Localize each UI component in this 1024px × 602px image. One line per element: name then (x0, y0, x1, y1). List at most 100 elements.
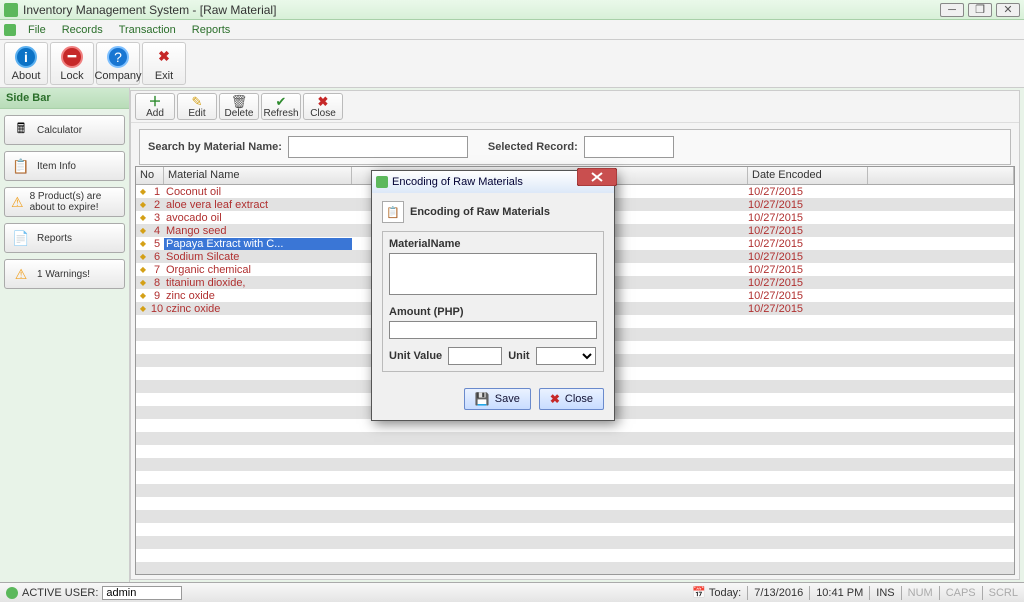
dialog-save-button[interactable]: 💾 Save (464, 388, 531, 410)
add-button[interactable]: ＋ Add (135, 93, 175, 120)
row-date-encoded: 10/27/2015 (748, 212, 868, 224)
search-input[interactable] (288, 136, 468, 158)
status-ins: INS (876, 587, 894, 599)
edit-button[interactable]: ✎ Edit (177, 93, 217, 120)
sidebar-title: Side Bar (0, 88, 129, 109)
amount-label: Amount (PHP) (389, 306, 597, 318)
row-date-encoded: 10/27/2015 (748, 199, 868, 211)
menu-records[interactable]: Records (54, 24, 111, 36)
row-no: 7 (150, 264, 164, 276)
selected-record-input[interactable] (584, 136, 674, 158)
material-name-label: MaterialName (389, 238, 597, 250)
row-date-encoded: 10/27/2015 (748, 251, 868, 263)
unit-label: Unit (508, 350, 529, 362)
col-header-no[interactable]: No (136, 167, 164, 184)
window-title: Inventory Management System - [Raw Mater… (23, 3, 940, 17)
row-date-encoded: 10/27/2015 (748, 186, 868, 198)
restore-button[interactable]: ❐ (968, 3, 992, 17)
sidebar-item-reports[interactable]: 📄 Reports (4, 223, 125, 253)
active-user-field[interactable] (102, 586, 182, 600)
row-material-name: Sodium Silcate (164, 251, 352, 263)
warning-icon: ⚠ (11, 192, 24, 212)
window-titlebar: Inventory Management System - [Raw Mater… (0, 0, 1024, 20)
save-label: Save (495, 393, 520, 405)
row-bullet-icon: ◆ (136, 213, 150, 222)
sidebar-item-expiring[interactable]: ⚠ 8 Product(s) are about to expire! (4, 187, 125, 217)
row-material-name: Organic chemical (164, 264, 352, 276)
row-no: 6 (150, 251, 164, 263)
minimize-button[interactable]: ─ (940, 3, 964, 17)
iteminfo-icon: 📋 (11, 156, 31, 176)
user-icon (6, 587, 18, 599)
row-bullet-icon: ◆ (136, 291, 150, 300)
row-no: 1 (150, 186, 164, 198)
row-bullet-icon: ◆ (136, 304, 150, 313)
menu-reports[interactable]: Reports (184, 24, 239, 36)
dialog-close-button[interactable]: ✖ Close (539, 388, 604, 410)
row-no: 9 (150, 290, 164, 302)
col-header-name[interactable]: Material Name (164, 167, 352, 184)
sidebar-item-warnings[interactable]: ⚠ 1 Warnings! (4, 259, 125, 289)
row-material-name: Papaya Extract with C... (164, 238, 352, 250)
sub-toolbar: ＋ Add ✎ Edit 🗑 Delete ✔ Refresh ✖ Close (131, 91, 1019, 123)
status-time: 10:41 PM (816, 587, 863, 599)
row-no: 5 (150, 238, 164, 250)
pencil-icon: ✎ (192, 95, 203, 108)
unit-value-label: Unit Value (389, 350, 442, 362)
row-no: 8 (150, 277, 164, 289)
row-bullet-icon: ◆ (136, 239, 150, 248)
active-user-label: ACTIVE USER: (22, 587, 98, 599)
row-bullet-icon: ◆ (136, 200, 150, 209)
row-bullet-icon: ◆ (136, 265, 150, 274)
row-material-name: czinc oxide (164, 303, 352, 315)
app-menu-icon[interactable] (4, 24, 16, 36)
material-name-input[interactable] (389, 253, 597, 295)
dialog-icon (376, 176, 388, 188)
x-icon: ✖ (550, 392, 560, 406)
lock-button[interactable]: ━ Lock (50, 42, 94, 85)
row-bullet-icon: ◆ (136, 187, 150, 196)
row-material-name: aloe vera leaf extract (164, 199, 352, 211)
row-date-encoded: 10/27/2015 (748, 238, 868, 250)
today-label: Today: (709, 587, 741, 599)
sidebar-item-item-info[interactable]: 📋 Item Info (4, 151, 125, 181)
refresh-button[interactable]: ✔ Refresh (261, 93, 301, 120)
row-date-encoded: 10/27/2015 (748, 290, 868, 302)
amount-input[interactable] (389, 321, 597, 339)
status-caps: CAPS (946, 587, 976, 599)
unit-select[interactable] (536, 347, 596, 365)
warning-icon: ⚠ (11, 264, 31, 284)
company-button[interactable]: ? Company (96, 42, 140, 85)
row-date-encoded: 10/27/2015 (748, 225, 868, 237)
clipboard-icon: 📋 (382, 201, 404, 223)
dialog-close-x[interactable] (577, 168, 617, 184)
row-bullet-icon: ◆ (136, 226, 150, 235)
status-bar: ACTIVE USER: 📅 Today: 7/13/2016 10:41 PM… (0, 582, 1024, 602)
row-no: 3 (150, 212, 164, 224)
col-header-date[interactable]: Date Encoded (748, 167, 868, 184)
delete-button[interactable]: 🗑 Delete (219, 93, 259, 120)
row-date-encoded: 10/27/2015 (748, 264, 868, 276)
menu-transaction[interactable]: Transaction (111, 24, 184, 36)
about-button[interactable]: i About (4, 42, 48, 85)
exit-icon: ✖ (153, 46, 175, 68)
menu-file[interactable]: File (20, 24, 54, 36)
col-header-end (868, 167, 1014, 184)
exit-button[interactable]: ✖ Exit (142, 42, 186, 85)
status-num: NUM (908, 587, 933, 599)
dialog-titlebar[interactable]: Encoding of Raw Materials (372, 171, 614, 193)
calendar-icon: 📅 (692, 586, 706, 599)
unit-value-input[interactable] (448, 347, 502, 365)
close-window-button[interactable]: ✕ (996, 3, 1020, 17)
search-label: Search by Material Name: (148, 141, 282, 153)
main-toolbar: i About ━ Lock ? Company ✖ Exit (0, 40, 1024, 88)
sidebar: Side Bar 🖩 Calculator 📋 Item Info ⚠ 8 Pr… (0, 88, 130, 582)
selected-record-label: Selected Record: (488, 141, 578, 153)
row-date-encoded: 10/27/2015 (748, 303, 868, 315)
row-material-name: avocado oil (164, 212, 352, 224)
close-content-button[interactable]: ✖ Close (303, 93, 343, 120)
sidebar-item-calculator[interactable]: 🖩 Calculator (4, 115, 125, 145)
lock-icon: ━ (61, 46, 83, 68)
row-material-name: Coconut oil (164, 186, 352, 198)
status-scrl: SCRL (989, 587, 1018, 599)
